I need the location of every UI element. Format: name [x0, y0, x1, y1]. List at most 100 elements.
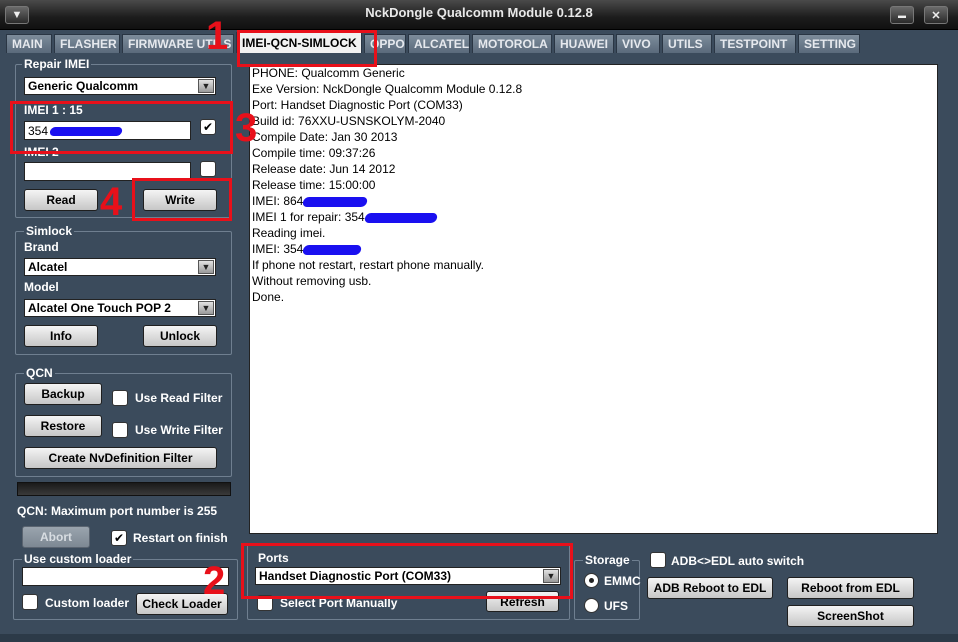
tab-alcatel[interactable]: ALCATEL	[408, 34, 470, 53]
annotation-number-4: 4	[100, 180, 123, 224]
chevron-down-icon: ▼	[198, 260, 214, 274]
restart-on-finish-checkbox[interactable]: ✔	[111, 530, 127, 546]
storage-emmc-radio[interactable]	[584, 573, 599, 588]
use-write-filter-checkbox[interactable]	[112, 422, 128, 438]
chipset-select[interactable]: Generic Qualcomm ▼	[24, 77, 216, 95]
qcn-status-text: QCN: Maximum port number is 255	[17, 504, 218, 518]
use-read-filter-checkbox[interactable]	[112, 390, 128, 406]
annotation-box-2	[241, 543, 573, 599]
log-line-text: IMEI: 354	[252, 242, 304, 256]
redaction-mark	[302, 196, 369, 207]
status-bar	[0, 634, 958, 642]
log-line-text: Without removing usb.	[252, 274, 372, 288]
tab-testpoint[interactable]: TESTPOINT	[714, 34, 796, 53]
log-line-text: Release date: Jun 14 2012	[252, 162, 396, 176]
tab-bar: MAIN FLASHER FIRMWARE UTILS IMEI-QCN-SIMLOC…	[6, 32, 862, 54]
model-label: Model	[24, 280, 59, 294]
log-line: Release time: 15:00:00	[252, 177, 935, 193]
log-line-text: Compile time: 09:37:26	[252, 146, 376, 160]
chevron-down-icon: ▼	[198, 79, 214, 93]
model-value: Alcatel One Touch POP 2	[28, 301, 171, 315]
tab-motorola[interactable]: MOTOROLA	[472, 34, 552, 53]
unlock-button[interactable]: Unlock	[143, 325, 217, 347]
info-button[interactable]: Info	[24, 325, 98, 347]
log-line: Port: Handset Diagnostic Port (COM33)	[252, 97, 935, 113]
log-output: PHONE: Qualcomm Generic Exe Version: NckD…	[249, 64, 938, 534]
log-line: Compile time: 09:37:26	[252, 145, 935, 161]
custom-loader-label: Custom loader	[45, 596, 130, 610]
imei2-checkbox[interactable]	[200, 161, 216, 177]
log-line-text: IMEI: 864	[252, 194, 304, 208]
minimize-icon: ▬	[898, 10, 906, 20]
chipset-value: Generic Qualcomm	[28, 79, 139, 93]
log-line: Without removing usb.	[252, 273, 935, 289]
use-read-filter-label: Use Read Filter	[135, 391, 223, 405]
abort-button[interactable]: Abort	[22, 526, 90, 548]
log-line: IMEI 1 for repair: 354	[252, 209, 935, 225]
custom-loader-path-input[interactable]	[22, 567, 229, 586]
log-line-text: Port: Handset Diagnostic Port (COM33)	[252, 98, 463, 112]
log-line: Release date: Jun 14 2012	[252, 161, 935, 177]
create-nvdefinition-filter-button[interactable]: Create NvDefinition Filter	[24, 447, 217, 469]
annotation-number-3: 3	[235, 106, 258, 150]
close-button[interactable]: ✕	[924, 6, 948, 24]
window-title: NckDongle Qualcomm Module 0.12.8	[365, 5, 593, 20]
tab-flasher[interactable]: FLASHER	[54, 34, 120, 53]
log-line: Compile Date: Jan 30 2013	[252, 129, 935, 145]
log-line-text: Done.	[252, 290, 285, 304]
read-button[interactable]: Read	[24, 189, 98, 211]
log-line-text: Exe Version: NckDongle Qualcomm Module 0…	[252, 82, 523, 96]
storage-ufs-radio[interactable]	[584, 598, 599, 613]
log-line: If phone not restart, restart phone manu…	[252, 257, 935, 273]
restart-on-finish-label: Restart on finish	[133, 531, 228, 545]
storage-ufs-label: UFS	[604, 599, 628, 613]
simlock-title: Simlock	[24, 224, 75, 238]
log-line: IMEI: 354	[252, 241, 935, 257]
tab-huawei[interactable]: HUAWEI	[554, 34, 614, 53]
qcn-title: QCN	[24, 366, 55, 380]
screenshot-button[interactable]: ScreenShot	[787, 605, 914, 627]
tab-setting[interactable]: SETTING	[798, 34, 860, 53]
log-line: Reading imei.	[252, 225, 935, 241]
log-line-text: Build id: 76XXU-USNSKOLYM-2040	[252, 114, 446, 128]
brand-label: Brand	[24, 240, 59, 254]
progress-bar	[17, 482, 231, 496]
tab-main[interactable]: MAIN	[6, 34, 52, 53]
tab-utils[interactable]: UTILS	[662, 34, 712, 53]
log-line: PHONE: Qualcomm Generic	[252, 65, 935, 81]
annotation-number-2: 2	[203, 559, 226, 603]
log-line: Exe Version: NckDongle Qualcomm Module 0…	[252, 81, 935, 97]
log-line-text: If phone not restart, restart phone manu…	[252, 258, 484, 272]
adb-edl-auto-switch-label: ADB<>EDL auto switch	[671, 554, 805, 568]
log-line-text: Release time: 15:00:00	[252, 178, 376, 192]
minimize-button[interactable]: ▬	[890, 6, 914, 24]
restore-button[interactable]: Restore	[24, 415, 102, 437]
model-select[interactable]: Alcatel One Touch POP 2 ▼	[24, 299, 216, 317]
reboot-from-edl-button[interactable]: Reboot from EDL	[787, 577, 914, 599]
redaction-mark	[363, 212, 438, 223]
storage-title: Storage	[583, 553, 632, 567]
annotation-box-4	[132, 178, 232, 221]
adb-edl-auto-switch-checkbox[interactable]	[650, 552, 666, 568]
chevron-down-icon: ▼	[198, 301, 214, 315]
title-bar: ▼ NckDongle Qualcomm Module 0.12.8 ▬ ✕	[0, 0, 958, 30]
log-line-text: Reading imei.	[252, 226, 326, 240]
adb-reboot-to-edl-button[interactable]: ADB Reboot to EDL	[647, 577, 773, 599]
custom-loader-checkbox[interactable]	[22, 594, 38, 610]
redaction-mark	[302, 244, 363, 255]
log-line: IMEI: 864	[252, 193, 935, 209]
storage-emmc-label: EMMC	[604, 574, 641, 588]
tab-vivo[interactable]: VIVO	[616, 34, 660, 53]
repair-imei-title: Repair IMEI	[22, 57, 92, 71]
close-icon: ✕	[931, 9, 941, 22]
backup-button[interactable]: Backup	[24, 383, 102, 405]
brand-value: Alcatel	[28, 260, 68, 274]
log-line-text: Compile Date: Jan 30 2013	[252, 130, 398, 144]
log-line: Build id: 76XXU-USNSKOLYM-2040	[252, 113, 935, 129]
log-line-text: IMEI 1 for repair: 354	[252, 210, 365, 224]
log-line: Done.	[252, 289, 935, 305]
brand-select[interactable]: Alcatel ▼	[24, 258, 216, 276]
log-line-text: PHONE: Qualcomm Generic	[252, 66, 405, 80]
custom-loader-title: Use custom loader	[22, 552, 134, 566]
use-write-filter-label: Use Write Filter	[135, 423, 223, 437]
